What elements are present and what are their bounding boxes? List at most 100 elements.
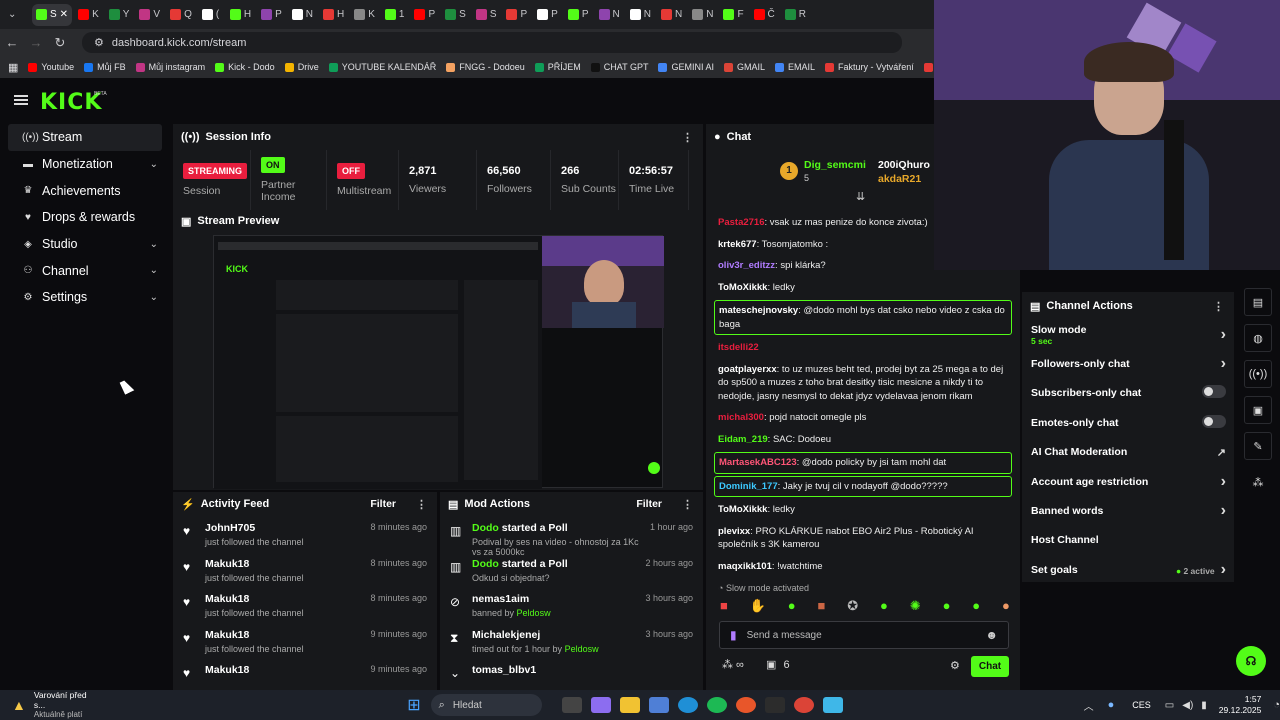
browser-tab[interactable]: Č [750,4,779,26]
notes-icon[interactable]: ▤ [1244,288,1272,316]
notepad-icon[interactable] [823,697,844,713]
chat-username[interactable]: Eidam_219 [718,434,768,445]
chevron-right-icon[interactable]: › [1221,502,1226,519]
chat-message[interactable]: michal300: pojd natocit omegle pls [714,407,1012,429]
bookmark[interactable]: Youtube [28,62,74,72]
bookmark[interactable]: CHAT GPT [590,62,648,72]
browser-tab[interactable]: N [288,4,317,26]
browser-tab[interactable]: K [74,4,103,26]
chat-input[interactable]: ▮ Send a message ☻ [719,621,1009,649]
site-info-icon[interactable]: ⚙ [94,36,104,49]
activity-user[interactable]: Makuk18 [205,558,362,570]
bookmark[interactable]: Můj instagram [135,62,205,72]
language-indicator[interactable]: CES [1132,700,1151,710]
task-view-icon[interactable] [562,697,583,713]
mod-user[interactable]: nemas1aim [472,593,529,605]
chrome-icon[interactable] [794,697,815,713]
chat-username[interactable]: oliv3r_editzz [718,260,775,271]
battery-icon[interactable]: ▮ [1201,700,1207,711]
channel-action-banned-words[interactable]: Banned words › [1022,496,1234,525]
emote-icon[interactable]: ✪ [847,598,858,618]
emote-icon[interactable]: ✋ [750,598,766,618]
broadcast-icon[interactable]: ((•)) [1244,360,1272,388]
sidebar-item-studio[interactable]: ◈ Studio ⌄ [8,231,162,258]
activity-user[interactable]: Makuk18 [205,664,362,676]
status-badge[interactable]: STREAMING [183,163,247,179]
bookmark[interactable]: GEMINI AI [658,62,714,72]
channel-action-ai-chat-moderation[interactable]: AI Chat Moderation ↗ [1022,438,1234,467]
chevron-down-icon[interactable]: ⌄ [150,239,158,250]
chevron-down-icon[interactable]: ⌄ [150,159,158,170]
obs-icon[interactable] [736,697,757,713]
chevron-right-icon[interactable]: › [1221,561,1226,578]
chat-message[interactable]: plevixx: PRO KLÁRKUE nabot EBO Air2 Plus… [714,521,1012,556]
notification-icon[interactable]: ◔ [1273,699,1280,711]
browser-tab[interactable]: N [688,4,717,26]
chat-username[interactable]: Pasta2716 [718,217,764,228]
mod-user[interactable]: Dodo [472,558,499,570]
chat-username[interactable]: mateschejnovsky [719,305,798,316]
mod-action-row[interactable]: ⌄ tomas_blbv1 [440,658,703,694]
emote-icon[interactable]: ● [943,598,951,618]
activity-row[interactable]: ♥ Makuk18 just followed the channel 8 minut… [173,552,437,588]
chevron-down-icon[interactable]: ⌄ [150,265,158,276]
chat-username[interactable]: goatplayerxx [718,364,777,375]
filter-button[interactable]: Filter [636,498,662,510]
browser-tab[interactable]: ( [198,4,224,26]
emote-icon[interactable]: ✺ [910,598,921,618]
emote-icon[interactable]: ■ [720,598,728,618]
toggle-switch[interactable] [1202,385,1226,399]
channel-action-emotes-only-chat[interactable]: Emotes-only chat [1022,408,1234,437]
chat-username[interactable]: ToMoXikkk [718,282,767,293]
status-badge[interactable]: ON [261,157,285,173]
activity-user[interactable]: JohnH705 [205,522,362,534]
browser-tab[interactable]: Q [166,4,196,26]
tab-list-icon[interactable]: ⌄ [4,4,30,26]
mod-user[interactable]: Michalekjenej [472,629,540,641]
browser-tab[interactable]: R [781,4,810,26]
activity-user[interactable]: Makuk18 [205,593,362,605]
bookmark[interactable]: EMAIL [775,62,815,72]
sidebar-item-achievements[interactable]: ♛ Achievements [8,177,162,204]
chat-username[interactable]: plevixx [718,526,750,537]
mic-icon[interactable]: ● [1108,699,1115,711]
browser-tab[interactable]: P [564,4,593,26]
browser-tab[interactable]: K [350,4,379,26]
filter-button[interactable]: Filter [370,498,396,510]
browser-tab[interactable]: P [533,4,562,26]
terminal-icon[interactable] [765,697,786,713]
moderator-name[interactable]: Peldosw [517,608,551,618]
browser-tab[interactable]: F [719,4,747,26]
moderator-name[interactable]: Peldosw [565,644,599,654]
windows-start-icon[interactable]: ⊞ [407,695,420,715]
browser-tab[interactable]: N [626,4,655,26]
channel-action-subscribers-only-chat[interactable]: Subscribers-only chat [1022,379,1234,408]
chevron-right-icon[interactable]: › [1221,473,1226,490]
help-icon[interactable]: ☊ [1236,646,1266,676]
url-field[interactable]: ⚙ dashboard.kick.com/stream [82,32,902,53]
chat-username[interactable]: maqxikk101 [718,561,772,572]
pinned-user[interactable]: 200iQhuro [878,159,930,171]
send-chat-button[interactable]: Chat [971,656,1009,677]
chat-settings-icon[interactable]: ⚙ [950,659,960,672]
activity-row[interactable]: ♥ Makuk18 just followed the channel 8 minut… [173,587,437,623]
clock[interactable]: 1:57 29.12.2025 [1219,694,1262,716]
status-badge[interactable]: OFF [337,163,365,179]
bookmark[interactable]: Můj FB [84,62,126,72]
browser-tab[interactable]: H [226,4,255,26]
activity-user[interactable]: Makuk18 [205,629,362,641]
explorer-icon[interactable] [620,697,641,713]
channel-action-slow-mode[interactable]: Slow mode 5 sec › [1022,320,1234,349]
emote-icon[interactable]: ● [1002,598,1010,618]
forward-icon[interactable]: → [24,35,48,50]
chat-message[interactable]: ToMoXikkk: ledky [714,277,1012,299]
chat-message[interactable]: BotRix: @maqxikk101 strávil(a) 11 h sled… [714,577,1012,578]
volume-icon[interactable]: ◀) [1182,700,1193,711]
browser-tab[interactable]: P [257,4,286,26]
activity-row[interactable]: ♥ Makuk18 just followed the channel 9 minut… [173,623,437,659]
chat-message[interactable]: goatplayerxx: to uz muzes beht ted, prod… [714,359,1012,408]
mod-action-row[interactable]: ⧗ Michalekjenej timed out for 1 hour by Pe… [440,623,703,659]
browser-tab[interactable]: S [472,4,501,26]
chat-username[interactable]: MartasekABC123 [719,457,797,468]
browser-tab[interactable]: N [595,4,624,26]
